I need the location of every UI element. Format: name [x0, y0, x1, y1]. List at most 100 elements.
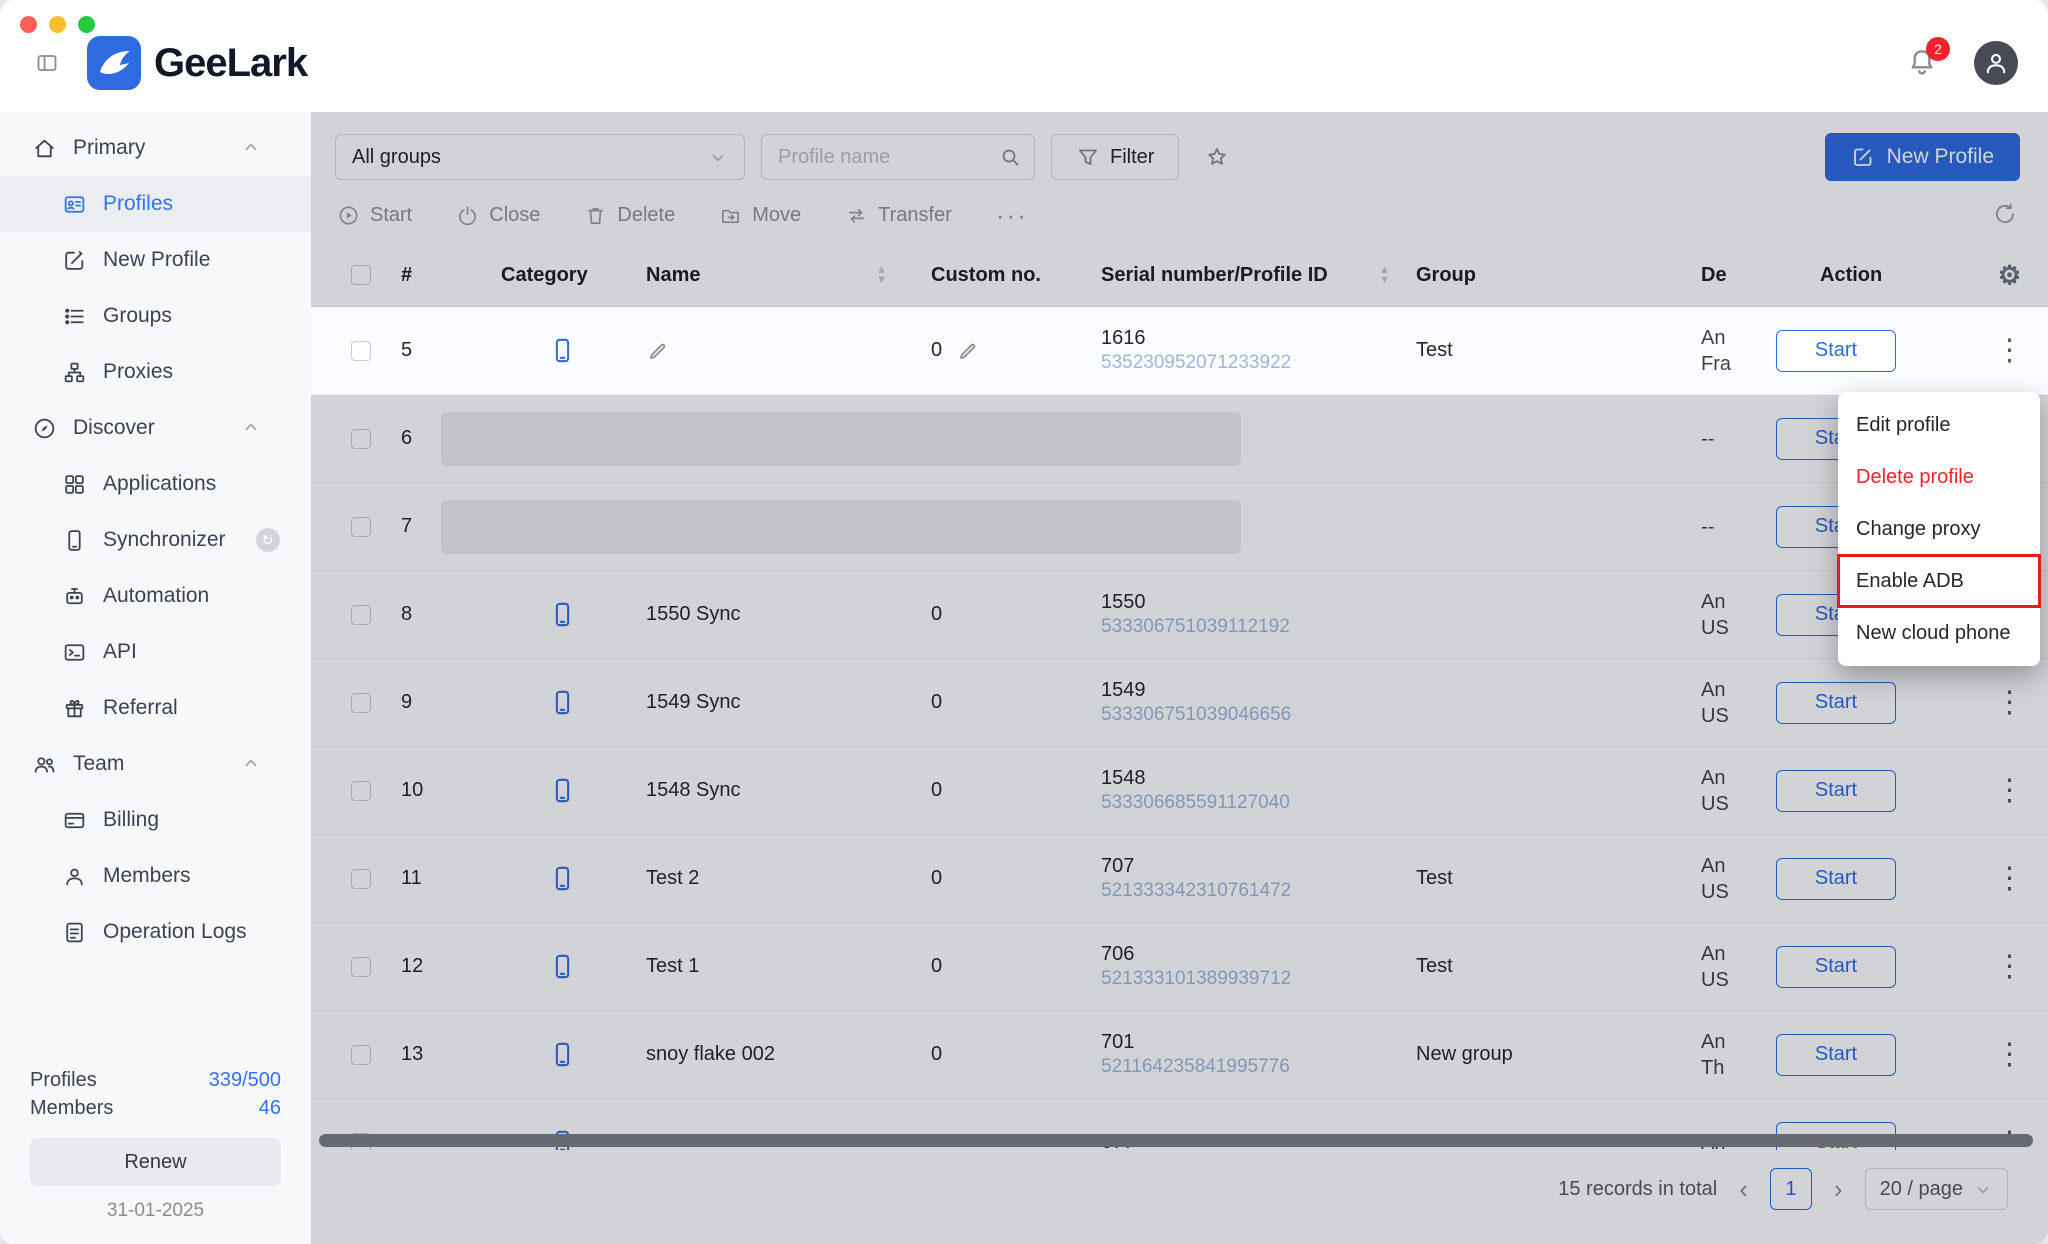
- bulk-start-button[interactable]: Start: [337, 204, 412, 227]
- row-checkbox[interactable]: [351, 605, 371, 625]
- row-menu-icon[interactable]: ⋮: [1995, 688, 2025, 718]
- sidebar-item-profiles[interactable]: Profiles: [0, 176, 311, 232]
- sidebar-item-label: Synchronizer: [103, 528, 226, 552]
- start-button[interactable]: Start: [1776, 1034, 1896, 1076]
- close-window-button[interactable]: [20, 16, 37, 33]
- transfer-arrows-icon: [845, 204, 868, 227]
- sidebar-item-members[interactable]: Members: [0, 848, 311, 904]
- minimize-window-button[interactable]: [49, 16, 66, 33]
- saved-filters-button[interactable]: [1195, 135, 1239, 179]
- row-checkbox[interactable]: [351, 341, 371, 361]
- sidebar-section-discover[interactable]: Discover: [0, 400, 311, 456]
- sidebar-item-label: Referral: [103, 696, 178, 720]
- more-actions-button[interactable]: ···: [996, 200, 1028, 231]
- table-row[interactable]: 8 1550 Sync 0 1550533306751039112192 AnU…: [311, 571, 2048, 659]
- serial-cell: 706521333101389939712: [1101, 942, 1416, 991]
- profile-id: 521164235841995776: [1101, 1055, 1290, 1079]
- col-serial: Serial number/Profile ID ▲▼: [1101, 264, 1416, 287]
- cloud-phone-icon: [549, 601, 576, 628]
- sidebar-item-synchronizer[interactable]: Synchronizer ↻: [0, 512, 311, 568]
- table-row[interactable]: 5 0 1616 535230952071233922 Test AnFra: [311, 307, 2048, 395]
- row-checkbox[interactable]: [351, 869, 371, 889]
- sidebar-section-team[interactable]: Team: [0, 736, 311, 792]
- bulk-delete-button[interactable]: Delete: [584, 204, 675, 227]
- sidebar-item-new-profile[interactable]: New Profile: [0, 232, 311, 288]
- group-select[interactable]: All groups: [335, 134, 745, 180]
- move-folder-icon: [719, 204, 742, 227]
- row-context-menu: Edit profile Delete profile Change proxy…: [1838, 392, 2040, 666]
- current-page[interactable]: 1: [1770, 1168, 1812, 1210]
- sidebar-toggle-button[interactable]: [30, 46, 64, 80]
- menu-item-delete-profile[interactable]: Delete profile: [1838, 451, 2040, 503]
- start-button[interactable]: Start: [1776, 330, 1896, 372]
- custom-no-cell: 0: [931, 779, 1101, 802]
- start-button[interactable]: Start: [1776, 946, 1896, 988]
- next-page-button[interactable]: ›: [1834, 1174, 1843, 1205]
- sidebar-item-label: Billing: [103, 808, 159, 832]
- row-checkbox[interactable]: [351, 693, 371, 713]
- search-icon[interactable]: [998, 145, 1022, 169]
- renew-button[interactable]: Renew: [30, 1138, 281, 1186]
- row-menu-icon[interactable]: ⋮: [1995, 1040, 2025, 1070]
- chevron-down-icon: [1973, 1179, 1993, 1199]
- menu-item-change-proxy[interactable]: Change proxy: [1838, 503, 2040, 555]
- bulk-transfer-button[interactable]: Transfer: [845, 204, 952, 227]
- page-size-select[interactable]: 20 / page: [1865, 1168, 2008, 1210]
- group-cell: New group: [1416, 1043, 1701, 1066]
- bulk-move-button[interactable]: Move: [719, 204, 801, 227]
- menu-item-new-cloud-phone[interactable]: New cloud phone: [1838, 607, 2040, 659]
- name-sort-button[interactable]: ▲▼: [876, 265, 887, 285]
- refresh-button[interactable]: [1992, 201, 2018, 230]
- new-profile-button[interactable]: New Profile: [1825, 133, 2020, 181]
- sidebar-item-proxies[interactable]: Proxies: [0, 344, 311, 400]
- start-button[interactable]: Start: [1776, 682, 1896, 724]
- filter-button[interactable]: Filter: [1051, 134, 1179, 180]
- sidebar-item-referral[interactable]: Referral: [0, 680, 311, 736]
- table-row[interactable]: 6 -- Start ⋮: [311, 395, 2048, 483]
- row-checkbox[interactable]: [351, 957, 371, 977]
- prev-page-button[interactable]: ‹: [1739, 1174, 1748, 1205]
- filter-button-label: Filter: [1110, 146, 1154, 169]
- profile-search: [761, 134, 1035, 180]
- column-settings-gear-icon[interactable]: ⚙: [1998, 260, 2021, 291]
- bulk-close-button[interactable]: Close: [456, 204, 540, 227]
- start-button[interactable]: Start: [1776, 770, 1896, 812]
- table-row[interactable]: 13 snoy flake 002 0 70152116423584199577…: [311, 1011, 2048, 1099]
- row-checkbox[interactable]: [351, 1045, 371, 1065]
- select-all-checkbox[interactable]: [351, 265, 371, 285]
- edit-custom-no-pencil-icon[interactable]: [956, 339, 980, 363]
- serial-number: 701: [1101, 1030, 1134, 1055]
- serial-sort-button[interactable]: ▲▼: [1379, 265, 1390, 285]
- table-row[interactable]: 10 1548 Sync 0 1548533306685591127040 An…: [311, 747, 2048, 835]
- sidebar-item-billing[interactable]: Billing: [0, 792, 311, 848]
- row-checkbox[interactable]: [351, 429, 371, 449]
- sidebar-item-applications[interactable]: Applications: [0, 456, 311, 512]
- menu-item-enable-adb[interactable]: Enable ADB: [1838, 555, 2040, 607]
- account-avatar[interactable]: [1974, 41, 2018, 85]
- sidebar-item-groups[interactable]: Groups: [0, 288, 311, 344]
- sync-status-badge: ↻: [256, 528, 280, 552]
- sidebar-item-operation-logs[interactable]: Operation Logs: [0, 904, 311, 960]
- row-checkbox[interactable]: [351, 517, 371, 537]
- table-row[interactable]: 12 Test 1 0 706521333101389939712 Test A…: [311, 923, 2048, 1011]
- notifications-button[interactable]: 2: [1904, 45, 1940, 81]
- row-menu-icon[interactable]: ⋮: [1995, 776, 2025, 806]
- custom-no-cell: 0: [931, 1043, 1101, 1066]
- table-row[interactable]: 9 1549 Sync 0 1549533306751039046656 AnU…: [311, 659, 2048, 747]
- device-cell: AnUS: [1701, 941, 1776, 993]
- sidebar-item-api[interactable]: API: [0, 624, 311, 680]
- search-input[interactable]: [778, 146, 998, 169]
- row-menu-icon[interactable]: ⋮: [1995, 864, 2025, 894]
- menu-item-edit-profile[interactable]: Edit profile: [1838, 399, 2040, 451]
- row-checkbox[interactable]: [351, 781, 371, 801]
- sidebar-item-automation[interactable]: Automation: [0, 568, 311, 624]
- table-row[interactable]: 11 Test 2 0 707521333342310761472 Test A…: [311, 835, 2048, 923]
- edit-name-pencil-icon[interactable]: [646, 339, 670, 363]
- sidebar-section-primary[interactable]: Primary: [0, 120, 311, 176]
- table-row[interactable]: 7 -- Start ⋮: [311, 483, 2048, 571]
- profiles-usage-label: Profiles: [30, 1066, 97, 1094]
- row-menu-icon[interactable]: ⋮: [1995, 952, 2025, 982]
- zoom-window-button[interactable]: [78, 16, 95, 33]
- row-menu-icon[interactable]: ⋮: [1995, 336, 2025, 366]
- start-button[interactable]: Start: [1776, 858, 1896, 900]
